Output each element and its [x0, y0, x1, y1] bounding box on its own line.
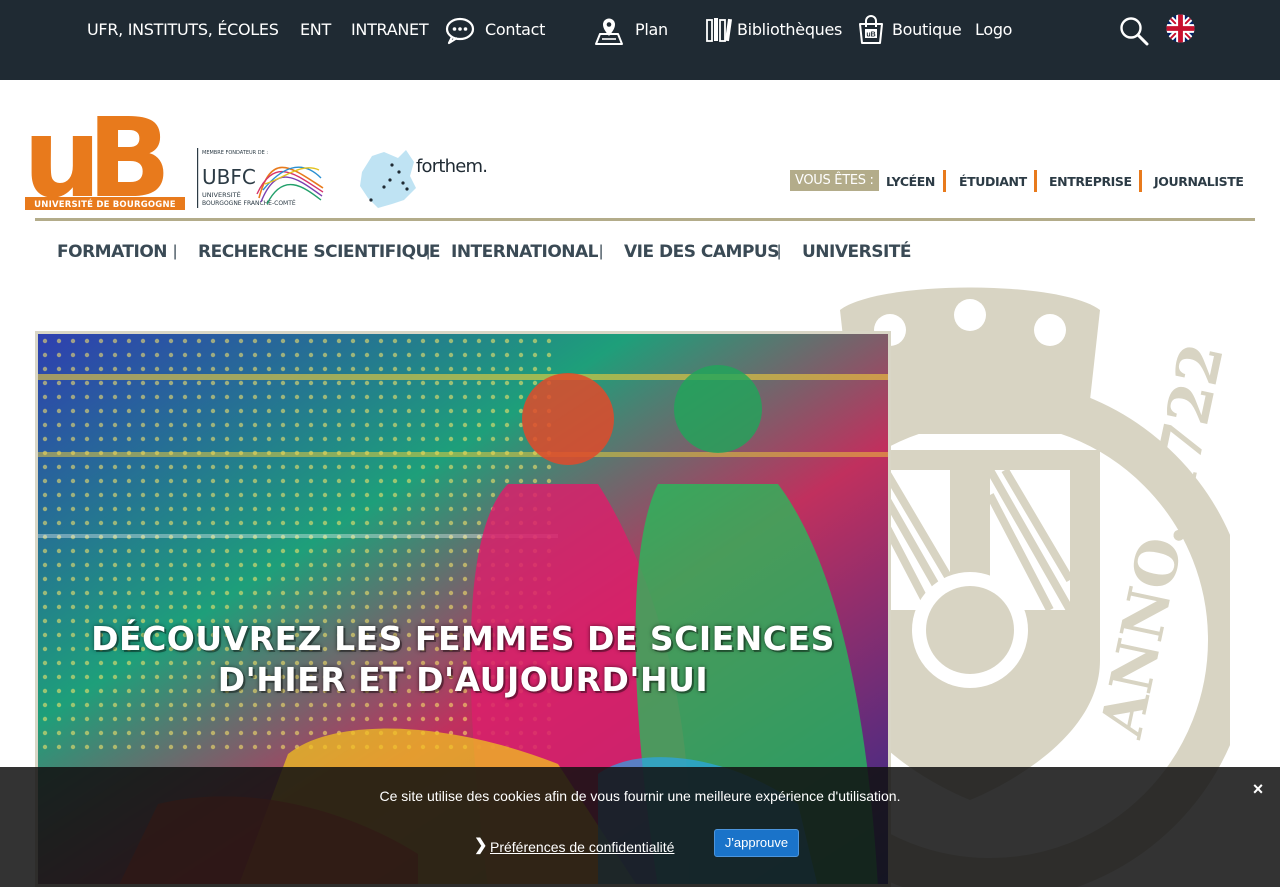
cookie-message: Ce site utilise des cookies afin de vous…: [379, 788, 901, 804]
bibliotheques-link[interactable]: Bibliothèques: [737, 18, 842, 42]
approve-cookies-button[interactable]: J'approuve: [714, 829, 799, 857]
speech-bubble-icon[interactable]: [444, 14, 476, 46]
uk-flag-icon[interactable]: [1166, 14, 1195, 43]
logo-ub-caption: UNIVERSITÉ DE BOURGOGNE: [34, 198, 176, 210]
cookie-close-button[interactable]: ×: [1250, 779, 1266, 799]
svg-text:uB: uB: [866, 32, 875, 39]
audience-journaliste-link[interactable]: JOURNALISTE: [1154, 173, 1244, 191]
chevron-right-icon: ❯: [474, 837, 488, 854]
forthem-logo[interactable]: forthem.: [354, 142, 494, 212]
hero-title-line-1: DÉCOUVREZ LES FEMMES DE SCIENCES: [91, 619, 835, 658]
plan-link[interactable]: Plan: [635, 18, 668, 42]
universite-de-bourgogne-logo[interactable]: uB UNIVERSITÉ DE BOURGOGNE: [23, 94, 185, 222]
boutique-link[interactable]: Boutique: [892, 18, 962, 42]
ubfc-line1: UNIVERSITÉ: [202, 190, 241, 199]
books-icon[interactable]: [704, 14, 736, 46]
logo-link[interactable]: Logo: [975, 18, 1012, 42]
nav-universite[interactable]: UNIVERSITÉ: [802, 240, 912, 264]
nav-separator: |: [173, 243, 178, 260]
ubfc-line2: BOURGOGNE FRANCHE-COMTÉ: [202, 199, 296, 207]
audience-separator: [1034, 170, 1037, 192]
cookie-consent-banner: Ce site utilise des cookies afin de vous…: [0, 767, 1280, 887]
ubfc-small-caption: MEMBRE FONDATEUR DE :: [202, 150, 268, 156]
header-divider: [35, 218, 1255, 221]
nav-recherche-scientifique[interactable]: RECHERCHE SCIENTIFIQUE: [198, 240, 440, 264]
audience-separator: [943, 170, 946, 192]
ufr-instituts-link[interactable]: UFR, INSTITUTS, ÉCOLES: [87, 18, 279, 42]
ubfc-logo[interactable]: MEMBRE FONDATEUR DE : UBFC UNIVERSITÉ BO…: [197, 148, 325, 210]
nav-formation[interactable]: FORMATION: [57, 240, 168, 264]
contact-link[interactable]: Contact: [485, 18, 545, 42]
main-navigation: FORMATION | RECHERCHE SCIENTIFIQUE | INT…: [0, 228, 1280, 276]
ent-link[interactable]: ENT: [300, 18, 331, 42]
nav-vie-des-campus[interactable]: VIE DES CAMPUS: [624, 240, 779, 264]
vous-etes-label: VOUS ÊTES :: [790, 170, 879, 191]
map-pin-icon[interactable]: [593, 14, 625, 46]
nav-separator: |: [599, 243, 604, 260]
privacy-preferences-link[interactable]: Préférences de confidentialité: [490, 839, 674, 855]
forthem-text: forthem.: [416, 156, 487, 177]
logo-ub-letters: uB: [25, 110, 164, 210]
site-header: uB UNIVERSITÉ DE BOURGOGNE MEMBRE FONDAT…: [0, 80, 1280, 222]
nav-international[interactable]: INTERNATIONAL: [451, 240, 599, 264]
audience-entreprise-link[interactable]: ENTREPRISE: [1049, 173, 1132, 191]
search-icon[interactable]: [1118, 15, 1150, 47]
nav-separator: |: [777, 243, 782, 260]
intranet-link[interactable]: INTRANET: [351, 18, 429, 42]
hero-title-line-2: D'HIER ET D'AUJOURD'HUI: [217, 660, 709, 699]
shopping-bag-icon[interactable]: uB: [855, 14, 887, 46]
nav-separator: |: [426, 243, 431, 260]
audience-etudiant-link[interactable]: ÉTUDIANT: [959, 173, 1027, 191]
ubfc-acronym: UBFC: [202, 165, 256, 189]
audience-separator: [1139, 170, 1142, 192]
audience-lyceen-link[interactable]: LYCÉEN: [886, 173, 935, 191]
top-utility-bar: UFR, INSTITUTS, ÉCOLES ENT INTRANET Cont…: [0, 0, 1280, 80]
